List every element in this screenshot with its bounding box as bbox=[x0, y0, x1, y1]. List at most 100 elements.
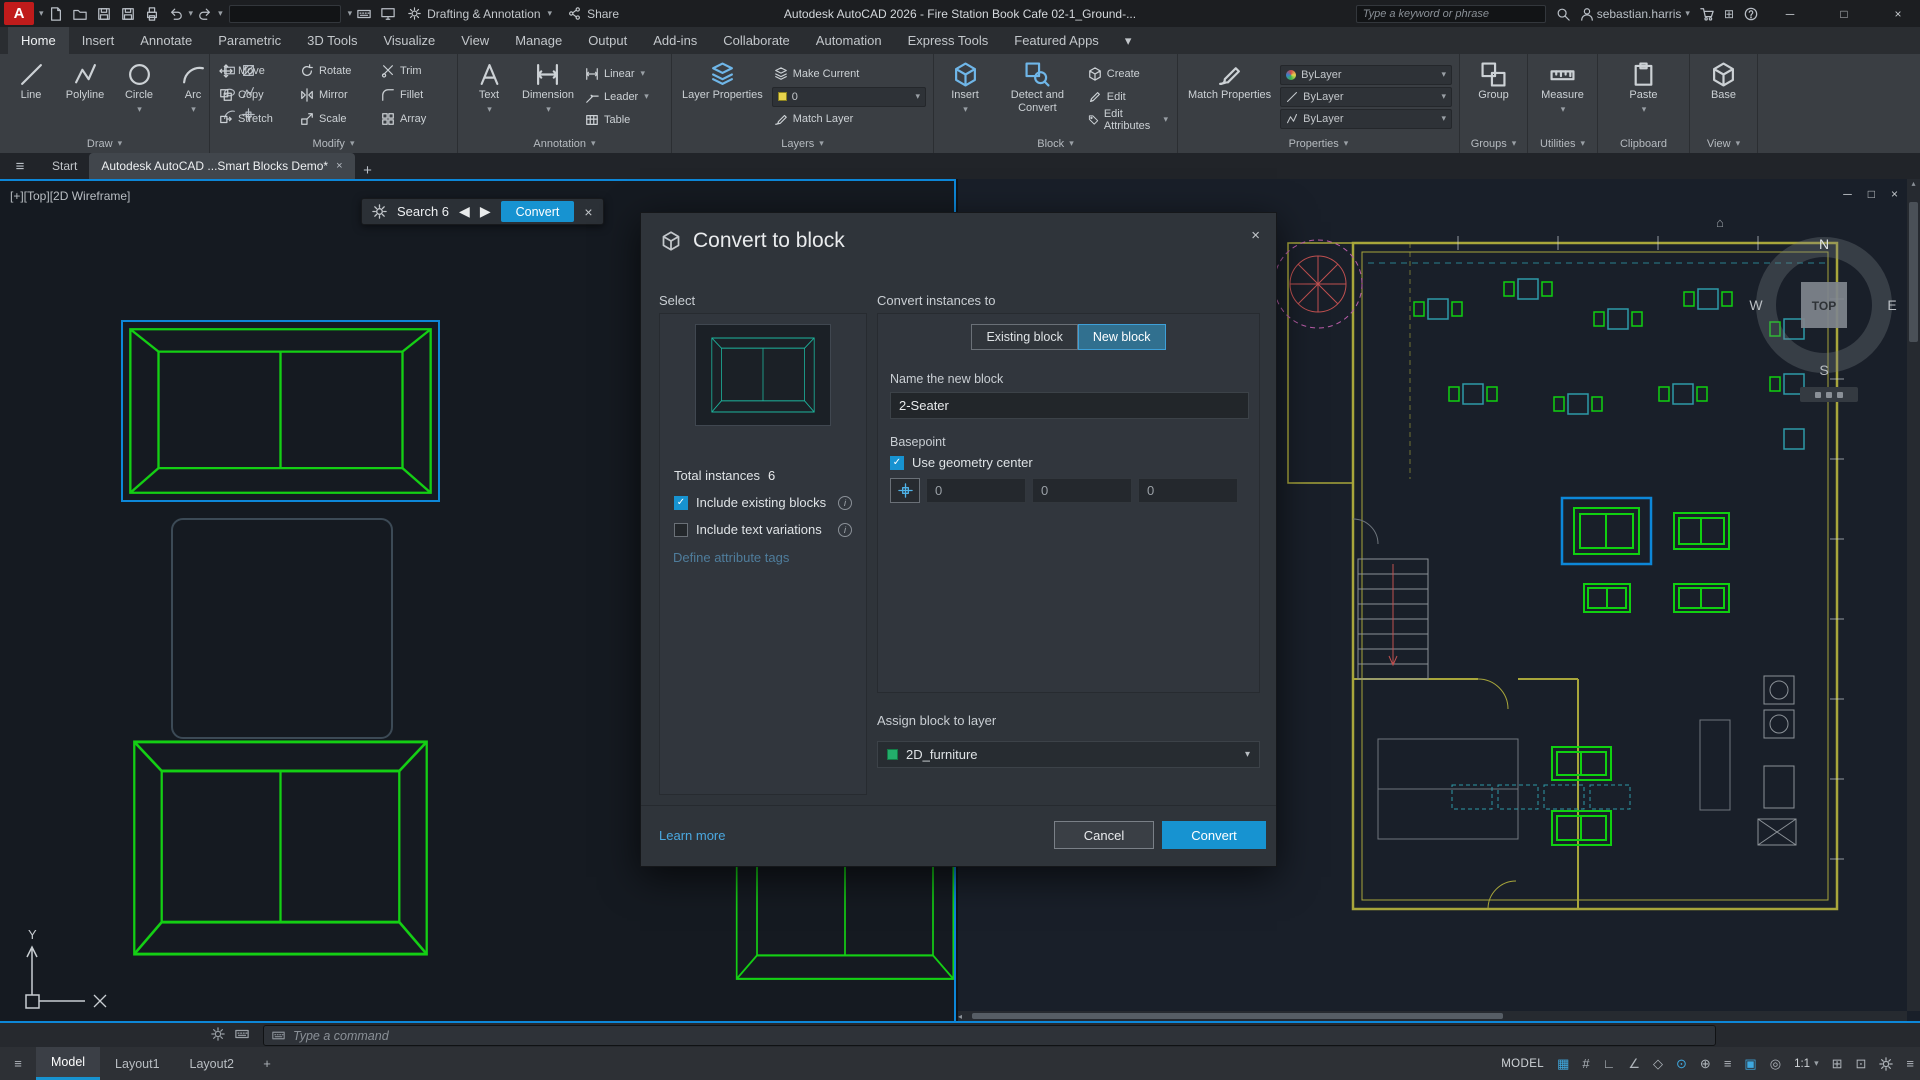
existing-block-toggle[interactable]: Existing block bbox=[971, 324, 1077, 350]
tab-insert[interactable]: Insert bbox=[69, 27, 128, 54]
tab-collaborate[interactable]: Collaborate bbox=[710, 27, 803, 54]
ortho-icon[interactable]: ∟ bbox=[1603, 1056, 1616, 1071]
open-file-button[interactable] bbox=[68, 2, 92, 25]
new-file-button[interactable] bbox=[44, 2, 68, 25]
gear-icon[interactable] bbox=[372, 204, 387, 219]
tab-add-ins[interactable]: Add-ins bbox=[640, 27, 710, 54]
annotation-visibility-icon[interactable]: ◎ bbox=[1770, 1056, 1781, 1072]
tab-featured-apps[interactable]: Featured Apps bbox=[1001, 27, 1112, 54]
tab-manage[interactable]: Manage bbox=[502, 27, 575, 54]
panel-groups-footer[interactable]: Groups▾ bbox=[1460, 134, 1527, 153]
insert-block-button[interactable]: Insert▾ bbox=[941, 59, 989, 134]
close-button[interactable]: × bbox=[1876, 0, 1920, 27]
tab-annotate[interactable]: Annotate bbox=[127, 27, 205, 54]
viewport-controls[interactable]: [+][Top][2D Wireframe] bbox=[10, 189, 130, 203]
redo-caret-icon[interactable]: ▾ bbox=[218, 8, 223, 19]
tab-document[interactable]: Autodesk AutoCAD ...Smart Blocks Demo* × bbox=[89, 153, 354, 179]
tab-parametric[interactable]: Parametric bbox=[205, 27, 294, 54]
polar-tracking-icon[interactable]: ∠ bbox=[1628, 1056, 1640, 1072]
new-layout-button[interactable]: + bbox=[249, 1047, 285, 1080]
basepoint-x-input[interactable] bbox=[926, 478, 1026, 503]
geometry-center-row[interactable]: ✓ Use geometry center bbox=[878, 455, 1259, 470]
customization-menu-icon[interactable]: ≡ bbox=[1906, 1056, 1914, 1071]
dimension-button[interactable]: Dimension▾ bbox=[519, 59, 577, 134]
match-properties-button[interactable]: Match Properties bbox=[1185, 59, 1274, 134]
snap-mode-icon[interactable]: # bbox=[1582, 1056, 1589, 1071]
undo-button[interactable] bbox=[164, 2, 188, 25]
include-existing-checkbox[interactable]: ✓ bbox=[674, 496, 688, 510]
cancel-button[interactable]: Cancel bbox=[1054, 821, 1154, 849]
workspace-switcher[interactable]: Drafting & Annotation ▾ bbox=[400, 2, 560, 25]
learn-more-link[interactable]: Learn more bbox=[659, 828, 725, 843]
viewport-close-icon[interactable]: × bbox=[1891, 187, 1898, 201]
horizontal-scroll-thumb[interactable] bbox=[972, 1013, 1503, 1019]
edit-block-button[interactable]: Edit bbox=[1086, 86, 1170, 107]
measure-button[interactable]: Measure▾ bbox=[1538, 59, 1587, 134]
include-text-row[interactable]: Include text variations i bbox=[660, 522, 866, 537]
fillet-button[interactable]: Fillet bbox=[379, 85, 450, 106]
line-button[interactable]: Line bbox=[7, 59, 55, 134]
object-color-combo[interactable]: ByLayer▾ bbox=[1280, 65, 1452, 85]
stretch-button[interactable]: Stretch bbox=[217, 109, 288, 130]
dynamic-input-icon[interactable]: ⊞ bbox=[1832, 1056, 1843, 1072]
mirror-button[interactable]: Mirror bbox=[298, 85, 369, 106]
info-icon[interactable]: i bbox=[838, 523, 852, 537]
navigation-bar[interactable] bbox=[1800, 387, 1858, 402]
detect-and-convert-button[interactable]: Detect and Convert bbox=[995, 59, 1080, 134]
panel-block-footer[interactable]: Block▾ bbox=[934, 134, 1177, 153]
horizontal-scrollbar[interactable]: ◂ bbox=[958, 1011, 1907, 1021]
sofa-outline-ghost[interactable] bbox=[171, 518, 393, 739]
grid-icon[interactable]: ▦ bbox=[1557, 1056, 1569, 1072]
paste-button[interactable]: Paste▾ bbox=[1620, 59, 1668, 134]
command-line[interactable] bbox=[263, 1025, 1716, 1046]
tab-layout2[interactable]: Layout2 bbox=[175, 1047, 249, 1080]
panel-modify-footer[interactable]: Modify▾ bbox=[210, 134, 457, 153]
linear-button[interactable]: Linear▾ bbox=[583, 63, 651, 84]
edit-attributes-button[interactable]: Edit Attributes▾ bbox=[1086, 109, 1170, 130]
group-button[interactable]: Group bbox=[1470, 59, 1518, 134]
info-icon[interactable]: i bbox=[838, 496, 852, 510]
basepoint-z-input[interactable] bbox=[1138, 478, 1238, 503]
viewport-restore-icon[interactable]: □ bbox=[1868, 187, 1875, 201]
tab-layout1[interactable]: Layout1 bbox=[100, 1047, 174, 1080]
file-tab-menu-icon[interactable]: ≡ bbox=[0, 153, 40, 179]
quick-access-field[interactable] bbox=[229, 5, 341, 23]
basepoint-y-input[interactable] bbox=[1032, 478, 1132, 503]
block-name-input[interactable] bbox=[890, 392, 1249, 419]
annotation-scale-control[interactable]: 1:1 ▾ bbox=[1794, 1058, 1819, 1070]
leader-button[interactable]: Leader▾ bbox=[583, 86, 651, 107]
search-icon[interactable] bbox=[1556, 7, 1570, 21]
panel-annotation-footer[interactable]: Annotation▾ bbox=[458, 134, 671, 153]
circle-button[interactable]: Circle▾ bbox=[115, 59, 163, 134]
move-button[interactable]: Move bbox=[217, 61, 288, 82]
keyboard-icon[interactable] bbox=[352, 2, 376, 25]
make-current-button[interactable]: Make Current bbox=[772, 64, 926, 85]
vertical-scrollbar[interactable]: ▴ bbox=[1907, 179, 1920, 1011]
close-search-icon[interactable]: × bbox=[584, 204, 592, 220]
lineweight-combo[interactable]: ByLayer▾ bbox=[1280, 87, 1452, 107]
table-button[interactable]: Table bbox=[583, 109, 651, 130]
command-history-icon[interactable] bbox=[235, 1027, 249, 1041]
monitor-icon[interactable] bbox=[376, 2, 400, 25]
sofa-block-green[interactable] bbox=[132, 739, 429, 957]
panel-layers-footer[interactable]: Layers▾ bbox=[672, 134, 933, 153]
tab-express-tools[interactable]: Express Tools bbox=[895, 27, 1002, 54]
new-block-toggle[interactable]: New block bbox=[1078, 324, 1166, 350]
rotate-button[interactable]: Rotate bbox=[298, 61, 369, 82]
tab-home[interactable]: Home bbox=[8, 27, 69, 54]
define-attribute-tags-link[interactable]: Define attribute tags bbox=[673, 550, 789, 565]
viewport-minimize-icon[interactable]: ─ bbox=[1843, 187, 1852, 201]
document-close-icon[interactable]: × bbox=[336, 160, 342, 172]
command-input[interactable] bbox=[293, 1029, 1707, 1043]
sofa-block-selected[interactable] bbox=[121, 320, 440, 502]
array-button[interactable]: Array bbox=[379, 109, 450, 130]
selection-cycling-icon[interactable]: ▣ bbox=[1744, 1056, 1756, 1072]
cart-icon[interactable] bbox=[1700, 7, 1714, 21]
linetype-combo[interactable]: ByLayer▾ bbox=[1280, 109, 1452, 129]
redo-button[interactable] bbox=[193, 2, 217, 25]
scale-button[interactable]: Scale bbox=[298, 109, 369, 130]
match-layer-button[interactable]: Match Layer bbox=[772, 109, 926, 130]
polyline-button[interactable]: Polyline bbox=[61, 59, 109, 134]
new-drawing-button[interactable]: + bbox=[355, 162, 381, 179]
include-existing-row[interactable]: ✓ Include existing blocks i bbox=[660, 495, 866, 510]
